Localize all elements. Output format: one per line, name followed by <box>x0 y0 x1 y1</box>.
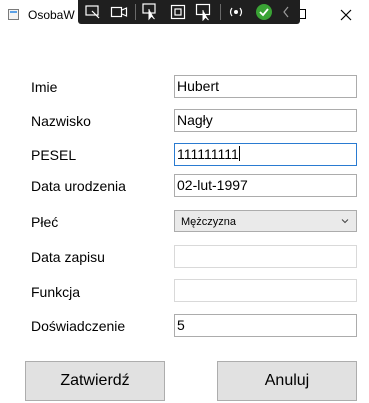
nazwisko-label: Nazwisko <box>31 113 91 129</box>
close-icon <box>340 9 352 21</box>
capture-toolbar <box>78 0 300 24</box>
chevron-left-icon[interactable] <box>278 1 294 23</box>
close-button[interactable] <box>335 5 357 25</box>
cursor-icon[interactable] <box>139 1 161 23</box>
doswiadczenie-field[interactable]: 5 <box>174 314 357 337</box>
imie-field[interactable]: Hubert <box>174 75 357 98</box>
plec-select[interactable]: Mężczyzna <box>174 210 357 232</box>
pesel-value: 111111111 <box>177 146 239 162</box>
data-urodzenia-label: Data urodzenia <box>31 178 126 194</box>
pesel-field[interactable]: 111111111 <box>174 143 357 166</box>
nazwisko-field[interactable]: Nagły <box>174 109 357 132</box>
doswiadczenie-label: Doświadczenie <box>31 318 126 334</box>
toolbar-separator <box>135 4 136 20</box>
checkmark-icon[interactable] <box>253 1 275 23</box>
cursor-box-icon[interactable] <box>193 1 215 23</box>
chevron-down-icon <box>341 219 349 224</box>
data-zapisu-field[interactable] <box>174 245 357 268</box>
toolbar-separator <box>220 4 221 20</box>
fullscreen-icon[interactable] <box>167 1 189 23</box>
app-icon <box>8 9 19 20</box>
funkcja-label: Funkcja <box>31 284 81 300</box>
pesel-label: PESEL <box>31 147 77 163</box>
window-title: OsobaW <box>28 8 75 22</box>
confirm-button[interactable]: Zatwierdź <box>25 361 165 401</box>
imie-label: Imie <box>31 79 58 95</box>
funkcja-field[interactable] <box>174 279 357 302</box>
plec-selected-value: Mężczyzna <box>181 216 237 228</box>
plec-label: Płeć <box>31 214 59 230</box>
data-zapisu-label: Data zapisu <box>31 249 105 265</box>
data-urodzenia-field[interactable]: 02-lut-1997 <box>174 174 357 197</box>
screen-select-icon[interactable] <box>82 1 104 23</box>
video-camera-icon[interactable] <box>108 1 130 23</box>
cancel-button[interactable]: Anuluj <box>217 361 357 401</box>
broadcast-icon[interactable] <box>225 1 247 23</box>
text-caret <box>238 146 240 161</box>
